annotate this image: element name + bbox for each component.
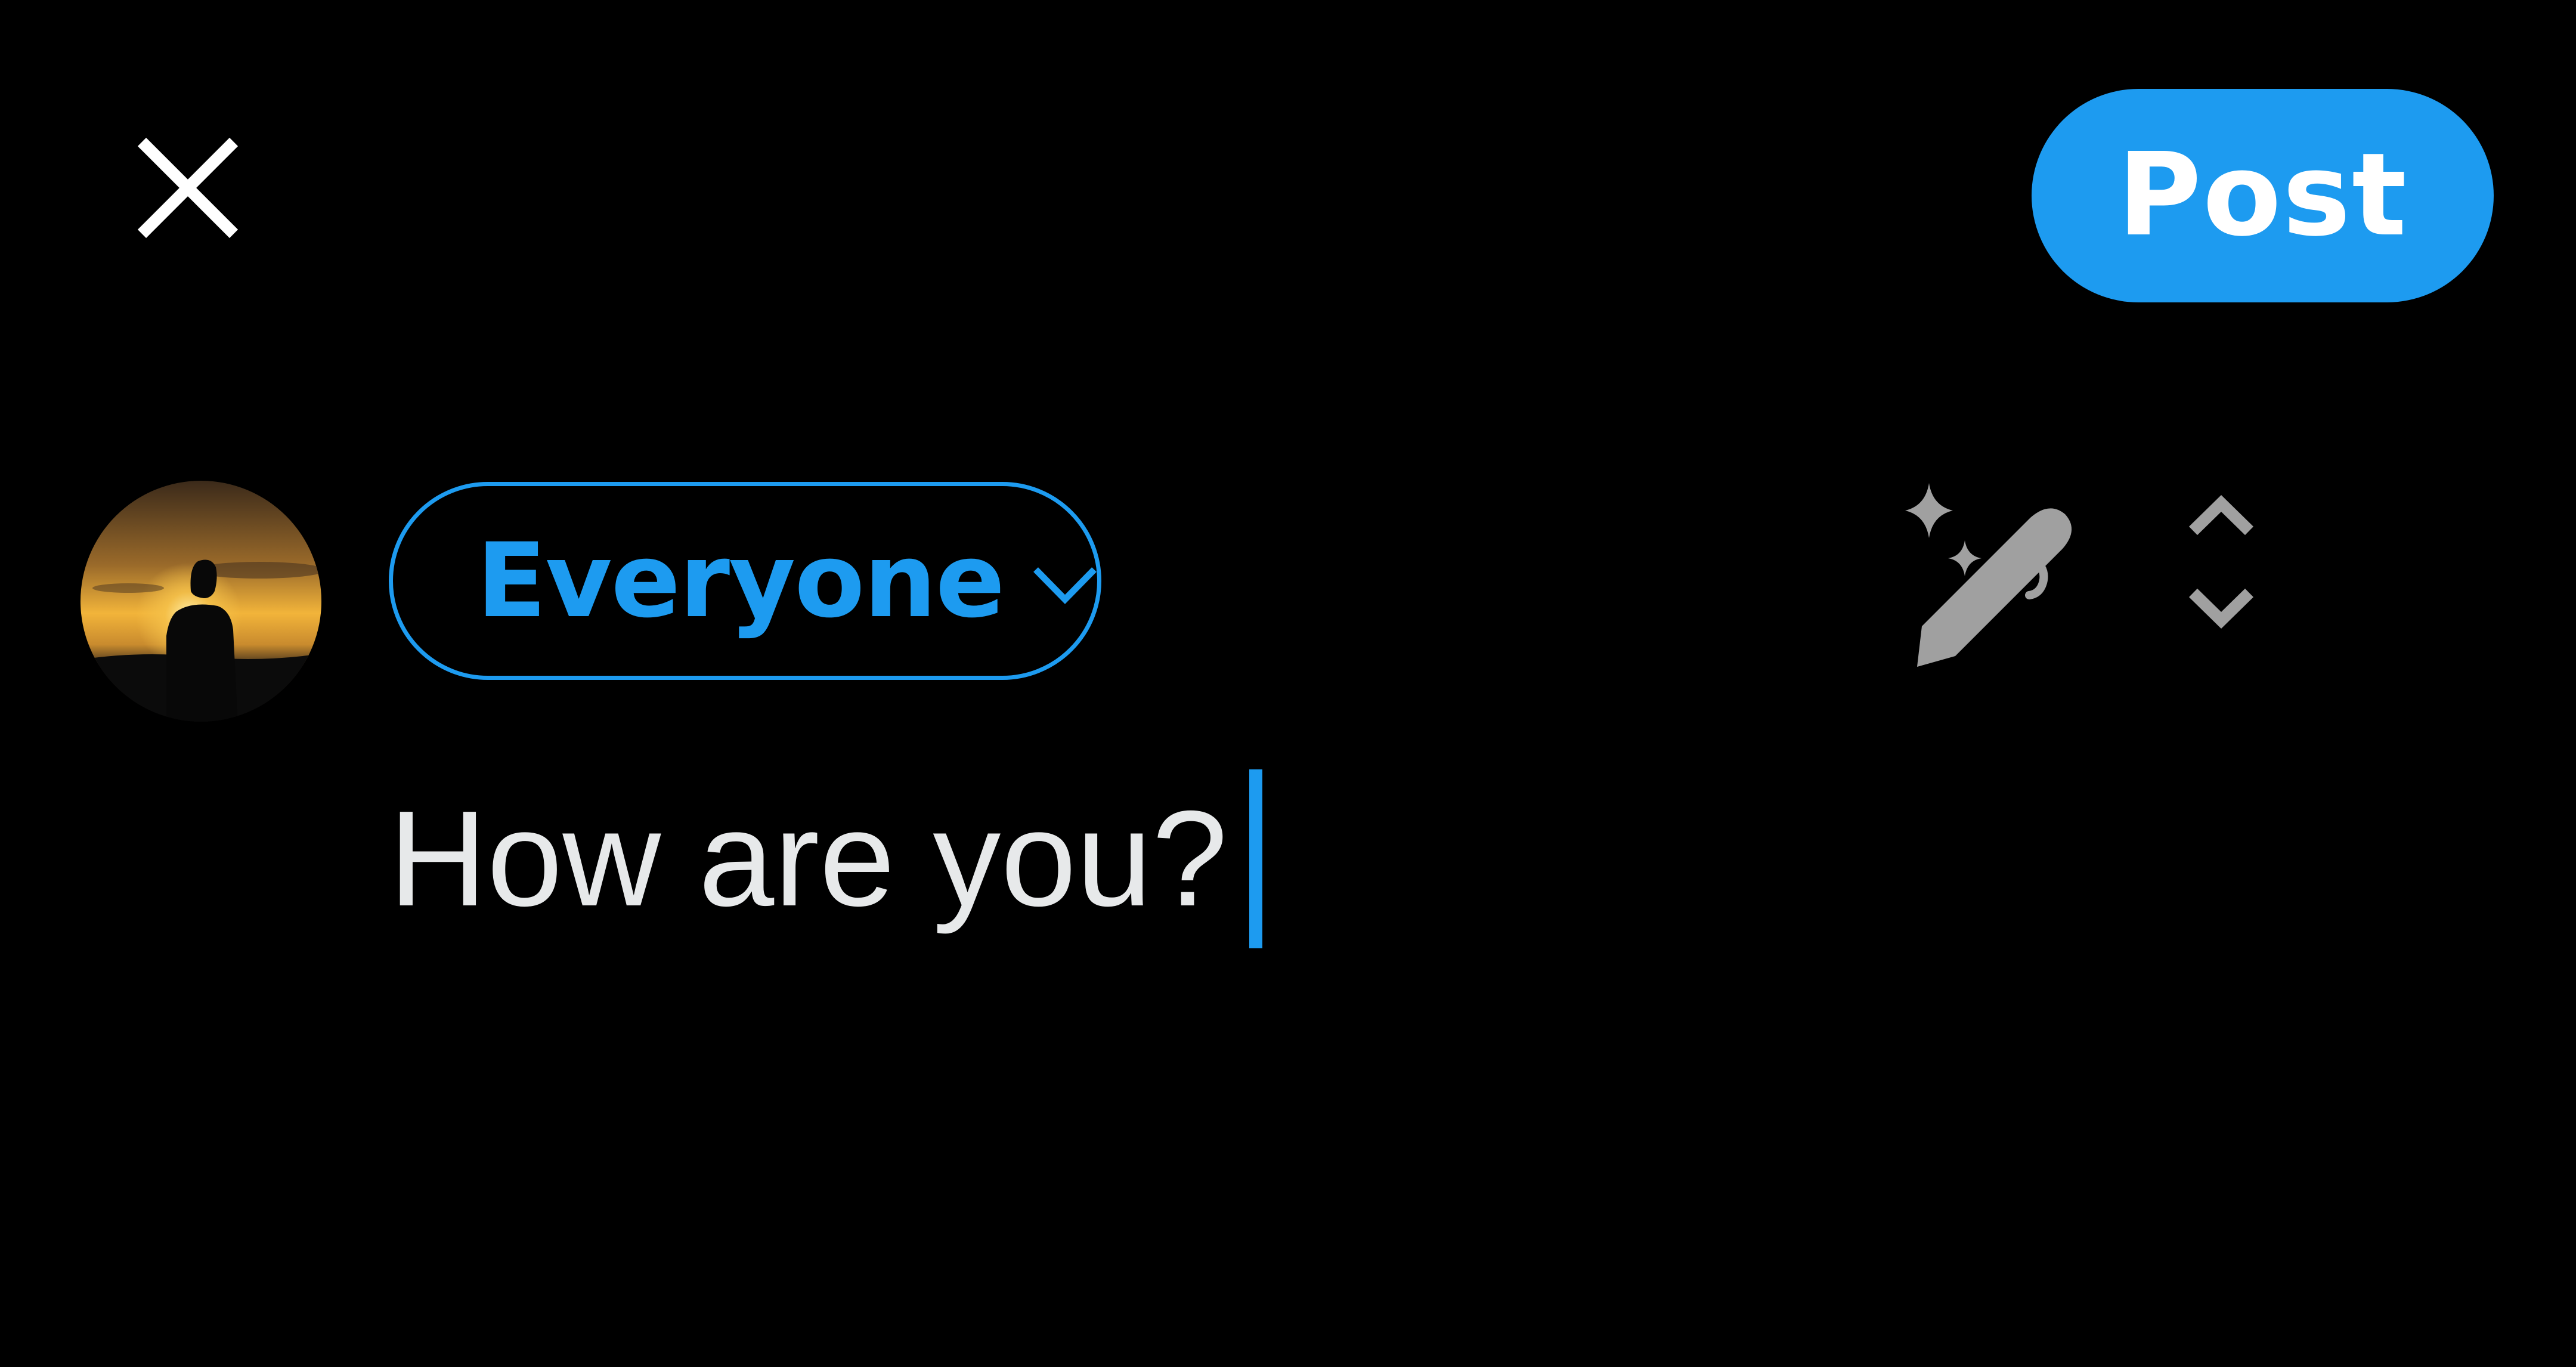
- post-button-label: Post: [2117, 129, 2408, 262]
- close-button[interactable]: [119, 119, 256, 256]
- audience-label: Everyone: [476, 521, 1005, 641]
- avatar-image: [80, 481, 321, 722]
- close-icon: [137, 137, 239, 239]
- text-caret: [1249, 769, 1262, 948]
- ai-write-button[interactable]: [1893, 477, 2096, 674]
- avatar[interactable]: [80, 481, 321, 722]
- chevron-down-icon: [1032, 562, 1098, 610]
- sparkle-pen-icon: [1905, 483, 2072, 667]
- expand-collapse-button[interactable]: [2176, 495, 2266, 638]
- post-button[interactable]: Post: [2032, 89, 2494, 302]
- expand-collapse-icon: [2189, 495, 2253, 629]
- compose-text-input[interactable]: How are you?: [389, 757, 2357, 960]
- audience-selector[interactable]: Everyone: [389, 482, 1101, 680]
- compose-text-value: How are you?: [389, 783, 1228, 935]
